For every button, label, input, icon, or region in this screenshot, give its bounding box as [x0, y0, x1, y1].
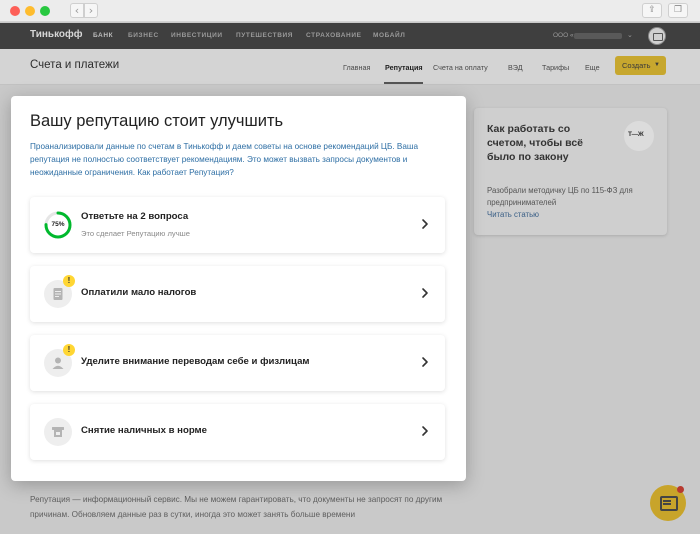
footer-disclaimer: Репутация — информационный сервис. Мы не…	[30, 495, 443, 519]
zoom-window-icon[interactable]	[40, 6, 50, 16]
chevron-right-icon	[422, 426, 428, 436]
chevron-down-icon: ▼	[654, 62, 660, 68]
account-name-redacted	[574, 33, 622, 39]
modal-title: Вашу репутацию стоит улучшить	[30, 112, 284, 130]
warning-badge: !	[63, 275, 75, 287]
topnav-item-insurance[interactable]: СТРАХОВАНИЕ	[306, 32, 362, 39]
tab-tariffs[interactable]: Тарифы	[542, 63, 569, 72]
item-title: Уделите внимание переводам себе и физлиц…	[81, 356, 310, 367]
reputation-item-taxes[interactable]: ! Оплатили мало налогов	[30, 266, 445, 322]
tab-ved[interactable]: ВЭД	[508, 63, 523, 72]
progress-label: 75%	[51, 221, 65, 228]
item-title: Оплатили мало налогов	[81, 287, 197, 298]
tab-main[interactable]: Главная	[343, 63, 370, 72]
create-button-label: Создать	[622, 61, 651, 70]
page-title: Счета и платежи	[30, 59, 120, 71]
notification-dot	[677, 486, 684, 493]
account-name[interactable]: ООО «	[553, 32, 574, 39]
read-article-link[interactable]: Читать статью	[487, 210, 539, 219]
close-window-icon[interactable]	[10, 6, 20, 16]
article-description: Разобрали методичку ЦБ по 115-ФЗ для пре…	[487, 186, 633, 207]
tj-logo-label: Т—Ж	[628, 131, 644, 138]
share-icon[interactable]: ⇪	[642, 3, 662, 18]
reputation-modal: Вашу репутацию стоит улучшить Проанализи…	[11, 96, 466, 481]
chevron-down-icon[interactable]: ⌄	[627, 31, 633, 39]
topnav-item-investments[interactable]: ИНВЕСТИЦИИ	[171, 32, 223, 39]
chevron-right-icon	[422, 288, 428, 298]
create-button[interactable]: Создать ▼	[615, 56, 666, 75]
item-subtitle: Это сделает Репутацию лучше	[81, 229, 190, 238]
section-header: Счета и платежи Главная Репутация Счета …	[0, 49, 700, 85]
topnav-item-travel[interactable]: ПУТЕШЕСТВИЯ	[236, 32, 293, 39]
item-title: Снятие наличных в норме	[81, 425, 207, 436]
topnav-item-mobile[interactable]: МОБАЙЛ	[373, 32, 405, 39]
top-navigation: Тинькофф БАНК БИЗНЕС ИНВЕСТИЦИИ ПУТЕШЕСТ…	[0, 23, 700, 49]
chevron-right-icon	[422, 219, 428, 229]
avatar[interactable]	[648, 27, 666, 45]
tab-reputation[interactable]: Репутация	[385, 63, 423, 72]
browser-toolbar: ‹ › ⇪ ❐	[0, 0, 700, 22]
tj-logo-icon: Т—Ж	[624, 121, 654, 151]
tab-more[interactable]: Еще	[585, 63, 600, 72]
active-tab-indicator	[384, 82, 423, 84]
tabs-overview-icon[interactable]: ❐	[668, 3, 688, 18]
forward-arrow-icon[interactable]: ›	[84, 3, 98, 18]
modal-description: Проанализировали данные по счетам в Тинь…	[30, 142, 419, 177]
topnav-item-business[interactable]: БИЗНЕС	[128, 32, 159, 39]
reputation-item-questions[interactable]: 75% Ответьте на 2 вопроса Это сделает Ре…	[30, 197, 445, 253]
article-title: Как работать со счетом, чтобы всё было п…	[487, 123, 584, 163]
back-arrow-icon[interactable]: ‹	[70, 3, 84, 18]
tab-invoices[interactable]: Счета на оплату	[433, 63, 488, 72]
reputation-item-transfers[interactable]: ! Уделите внимание переводам себе и физл…	[30, 335, 445, 391]
warning-badge: !	[63, 344, 75, 356]
reputation-item-cash[interactable]: Снятие наличных в норме	[30, 404, 445, 460]
chevron-right-icon	[422, 357, 428, 367]
atm-icon	[44, 418, 72, 446]
brand-logo[interactable]: Тинькофф	[30, 29, 83, 40]
item-title: Ответьте на 2 вопроса	[81, 211, 189, 222]
minimize-window-icon[interactable]	[25, 6, 35, 16]
topnav-item-bank[interactable]: БАНК	[93, 32, 113, 39]
